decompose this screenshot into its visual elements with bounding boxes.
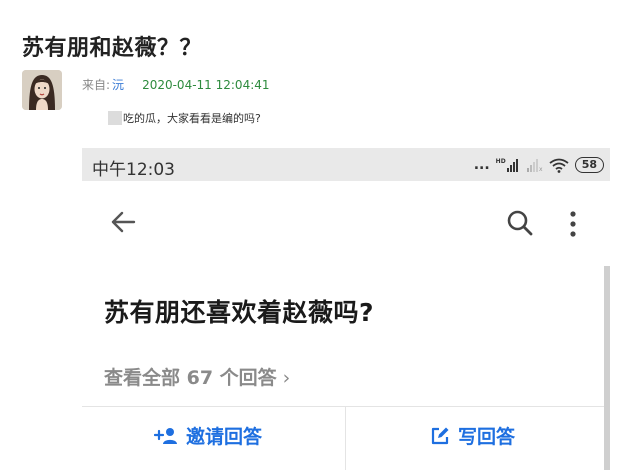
weak-signal-icon: x: [526, 159, 543, 172]
write-answer-label: 写回答: [458, 426, 516, 448]
post-title: 苏有朋和赵薇？？: [22, 36, 203, 61]
app-bar: [82, 181, 610, 265]
view-all-answers-link[interactable]: 查看全部 67 个回答 ›: [104, 363, 290, 390]
author-link[interactable]: 沅: [112, 78, 124, 92]
post-body: 吃的瓜，大家看看是编的吗?: [108, 110, 261, 126]
hd-label: HD: [495, 158, 506, 165]
post-body-text: 吃的瓜，大家看看是编的吗?: [123, 112, 261, 125]
invite-answer-button[interactable]: 邀请回答: [154, 422, 262, 449]
wifi-icon: [549, 158, 569, 173]
redaction-block: [108, 111, 122, 125]
post-meta: 来自: 沅 2020-04-11 12:04:41: [82, 76, 270, 93]
chevron-right-icon: ›: [282, 367, 291, 389]
scrollbar[interactable]: [604, 266, 610, 470]
divider: [345, 407, 346, 470]
more-vertical-icon[interactable]: [569, 211, 577, 237]
status-time: 中午12:03: [92, 160, 175, 180]
status-bar: 中午12:03 ... HD x 58: [82, 148, 610, 181]
svg-text:x: x: [539, 166, 543, 172]
status-icons: ... HD x 58: [474, 154, 604, 176]
dots-icon: ...: [473, 157, 490, 173]
view-all-label: 查看全部 67 个回答: [104, 367, 277, 389]
post-date: 2020-04-11 12:04:41: [142, 78, 270, 92]
divider: [82, 406, 604, 407]
embedded-screenshot: 中午12:03 ... HD x 58 苏有朋还喜欢着赵薇吗? 查看全部 67 …: [82, 148, 610, 470]
battery-icon: 58: [574, 157, 604, 173]
add-person-icon: [154, 427, 177, 444]
invite-answer-label: 邀请回答: [186, 426, 263, 448]
back-arrow-icon[interactable]: [110, 211, 136, 233]
question-title[interactable]: 苏有朋还喜欢着赵薇吗?: [104, 293, 374, 329]
from-label: 来自:: [82, 78, 111, 92]
hd-signal-icon: HD: [496, 158, 521, 172]
write-answer-button[interactable]: 写回答: [430, 422, 515, 449]
avatar-portrait-icon: [22, 70, 62, 110]
avatar[interactable]: [22, 70, 62, 110]
search-icon[interactable]: [506, 209, 534, 237]
edit-icon: [431, 427, 449, 444]
